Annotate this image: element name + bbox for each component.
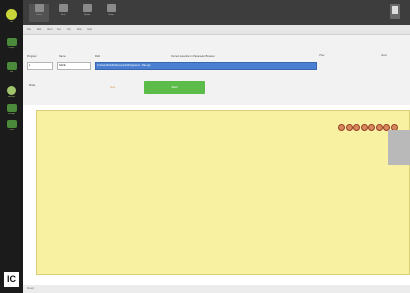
- menu-item[interactable]: Mac: [77, 28, 82, 31]
- form-area: File Edit View Set Op Mac Help Program N…: [23, 25, 410, 105]
- mode-value[interactable]: Auto: [110, 86, 115, 89]
- selection-label: Current selection in Parameter Browser: [171, 55, 215, 58]
- bead-marker[interactable]: [345, 124, 353, 131]
- bead-marker[interactable]: [353, 124, 360, 131]
- toolbar-tools-button[interactable]: Tools: [53, 4, 73, 22]
- toolbar-button-label: Upload: [83, 14, 91, 16]
- sidebar-item-label: Mill: [10, 21, 13, 23]
- toolbar-button-label: Setup: [108, 14, 114, 16]
- toolbar-draw-button[interactable]: Draw: [29, 4, 49, 22]
- sidebar-item-project[interactable]: Project: [2, 38, 21, 49]
- status-dot-icon: [6, 9, 17, 20]
- bead-marker[interactable]: [338, 124, 345, 131]
- folder-icon: [6, 38, 17, 46]
- machine-icon: [7, 86, 16, 95]
- edit-icon: [6, 62, 17, 70]
- menu-item[interactable]: Help: [87, 28, 92, 31]
- menu-item[interactable]: Edit: [37, 28, 41, 31]
- setup-icon: [106, 4, 116, 12]
- left-sidebar: Mill Project Edit Machine Settings Tools…: [0, 0, 23, 293]
- bead-marker[interactable]: [375, 124, 383, 131]
- top-toolbar: Draw Tools Upload Setup: [23, 0, 410, 25]
- scroll-panel[interactable]: [388, 130, 410, 165]
- gear-icon: [6, 104, 17, 112]
- menu-item[interactable]: Op: [67, 28, 70, 31]
- document-icon: [392, 6, 398, 14]
- sidebar-item-tools[interactable]: Tools: [2, 120, 21, 131]
- sidebar-item-label: Machine: [7, 96, 16, 98]
- menu-item[interactable]: File: [27, 28, 31, 31]
- sidebar-item-label: Settings: [7, 113, 16, 115]
- menu-item[interactable]: Set: [57, 28, 61, 31]
- sidebar-item-machine[interactable]: Machine: [2, 86, 21, 98]
- tool-icon: [6, 120, 17, 128]
- sidebar-item-settings[interactable]: Settings: [2, 104, 21, 115]
- path-field[interactable]: C:\Users\Public\Documents\Programs\...\f…: [95, 62, 317, 70]
- menu-item[interactable]: View: [47, 28, 52, 31]
- sidebar-item-label: Tools: [9, 129, 14, 131]
- start-button[interactable]: Start: [144, 81, 205, 94]
- sidebar-item-edit[interactable]: Edit: [2, 62, 21, 73]
- sidebar-item-label: Project: [8, 47, 15, 49]
- upload-icon: [82, 4, 92, 12]
- toolbar-button-label: Draw: [36, 14, 42, 16]
- status-bar: Ready: [23, 285, 410, 293]
- prev-button[interactable]: Prev: [311, 52, 333, 60]
- status-text: Ready: [27, 287, 35, 290]
- program-field[interactable]: 1: [27, 62, 53, 70]
- draw-icon: [34, 4, 44, 12]
- name-label: Name: [59, 55, 66, 58]
- menu-bar: File Edit View Set Op Mac Help: [23, 25, 410, 35]
- wrench-icon: [58, 4, 68, 12]
- bead-marker[interactable]: [368, 124, 375, 131]
- mode-label: Mode: [29, 84, 36, 87]
- toolbar-setup-button[interactable]: Setup: [101, 4, 121, 22]
- bead-marker[interactable]: [360, 124, 368, 131]
- path-label: Path: [95, 55, 101, 58]
- sidebar-item-label: Edit: [9, 71, 14, 73]
- document-button[interactable]: [390, 4, 400, 19]
- name-field[interactable]: SAFE: [57, 62, 91, 70]
- next-button[interactable]: Next: [373, 52, 395, 60]
- toolbar-button-label: Tools: [60, 14, 66, 16]
- toolbar-upload-button[interactable]: Upload: [77, 4, 97, 22]
- sidebar-item-mill[interactable]: Mill: [2, 9, 21, 23]
- drawing-canvas[interactable]: [36, 110, 410, 275]
- program-label: Program: [27, 55, 37, 58]
- app-logo: IC: [4, 272, 19, 287]
